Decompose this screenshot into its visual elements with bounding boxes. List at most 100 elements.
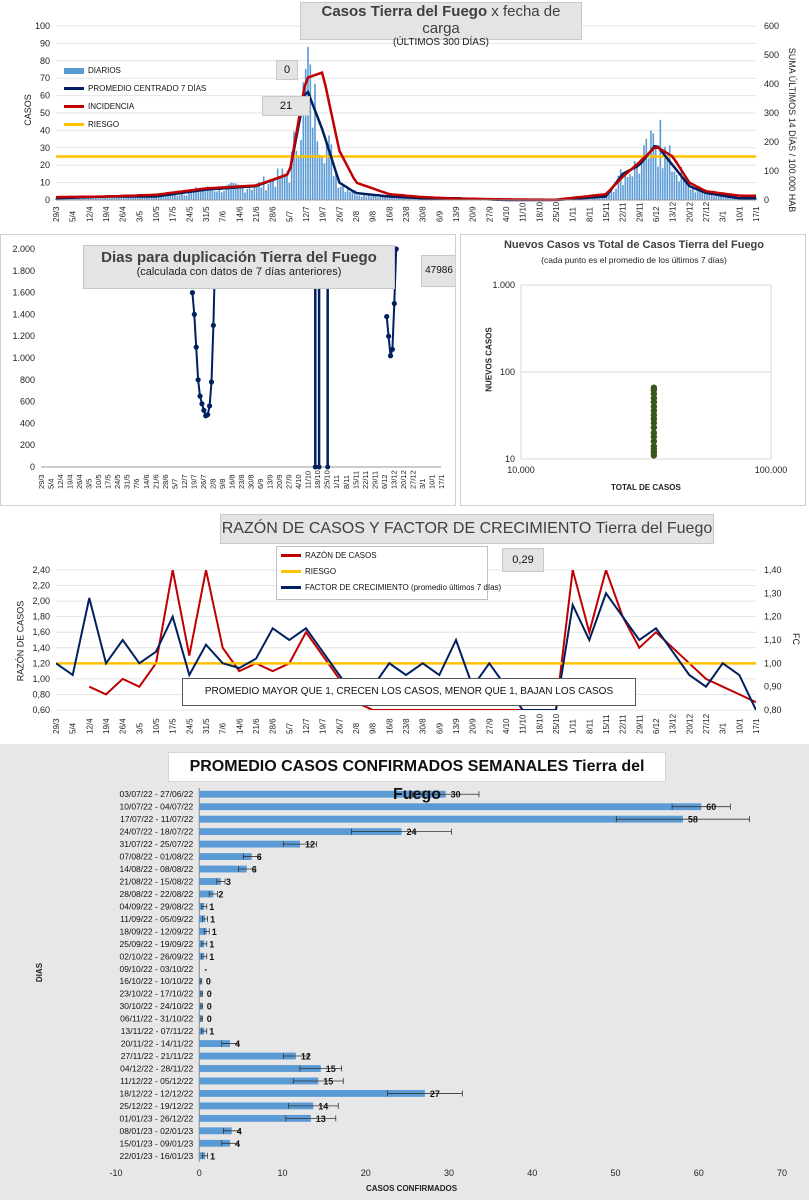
data-label: 0 [207,1002,212,1012]
y2-tick-label: 100 [764,166,779,176]
daily-bar [251,189,253,200]
daily-bar [360,196,363,200]
y-tick-label: 10 [505,454,515,464]
doubling-point [197,393,203,399]
category-label: 31/07/22 - 25/07/22 [120,839,194,849]
x-tick-label: 31/5 [202,718,211,734]
x-tick-label: 27/12 [408,470,417,489]
daily-bar [267,183,270,200]
daily-bar [689,189,692,200]
ratio-value-box: 0,29 [502,548,544,572]
daily-bar [647,158,650,200]
y-tick-label: 70 [40,73,50,83]
bar [199,803,702,811]
x-tick-label: 10/1 [735,206,744,222]
x-tick-label: 5/4 [69,210,78,222]
doubling-point [205,412,211,418]
daily-bar [316,141,319,200]
category-label: 04/12/22 - 28/11/22 [120,1064,193,1074]
weekly-y-label: DIAS [35,962,45,983]
y-tick-label: 400 [20,418,35,428]
doubling-point [189,290,196,296]
ratio-legend-risk: RIESGO [281,567,336,576]
x-tick-label: 30/8 [419,206,428,222]
daily-bar [659,119,662,200]
category-label: 21/08/22 - 15/08/22 [120,877,194,887]
ratio-legend-fc: FACTOR DE CRECIMIENTO (promedio últimos … [281,583,501,592]
x-tick-label: 6/9 [256,479,265,489]
category-label: 11/09/22 - 05/09/22 [120,914,193,924]
y-tick-label: 1.400 [12,309,35,319]
daily-bar [615,188,617,200]
x-tick-label: 22/11 [619,714,628,734]
x-tick-label: 18/10 [535,201,544,222]
daily-bar [337,187,340,200]
data-label: 15 [326,1064,336,1074]
category-label: 28/08/22 - 22/08/22 [120,889,194,899]
x-tick-label: 6/9 [435,210,444,222]
x-tick-label: 20 [361,1168,371,1178]
category-label: 13/11/22 - 07/11/22 [121,1026,194,1036]
category-label: 20/11/22 - 14/11/22 [121,1039,194,1049]
x-tick-label: 14/6 [235,718,244,734]
y-tick-label: 1,80 [32,612,50,622]
x-tick-label: 2/8 [352,210,361,222]
ratio-y2-label: FC [791,633,801,645]
daily-bar [265,190,267,200]
x-tick-label: 1/11 [332,475,341,489]
y-tick-label: 1,00 [32,674,50,684]
daily-bar [248,188,251,200]
x-tick-label: 28/6 [269,718,278,734]
daily-bar [349,191,351,200]
daily-bar [344,191,347,200]
x-tick-label: 16/8 [227,474,236,489]
x-tick-label: 16/8 [385,206,394,222]
y2-tick-label: 1,00 [764,658,782,668]
daily-bar [342,185,344,200]
x-tick-label: 30/8 [419,718,428,734]
data-label: 4 [235,1039,240,1049]
y2-tick-label: 200 [764,137,779,147]
cases-y2-label: SUMA ÚLTIMOS 14 DÍAS / 100.000 HAB [787,47,798,213]
daily-bar [703,193,706,200]
x-tick-label: 6/9 [435,722,444,734]
daily-bar [283,173,286,200]
x-tick-label: 5/4 [47,479,56,489]
x-tick-label: 26/4 [75,474,84,489]
ratio-legend-fc-label: FACTOR DE CRECIMIENTO (promedio últimos … [305,583,502,592]
category-label: 06/11/22 - 31/10/22 [120,1014,193,1024]
x-tick-label: 13/12 [389,470,398,489]
y-tick-label: 1.600 [12,288,35,298]
data-label: 1 [209,939,214,949]
daily-bar [657,166,659,200]
daily-bar [197,192,200,200]
category-label: 18/12/22 - 12/12/22 [120,1088,194,1098]
x-tick-label: 27/9 [485,206,494,222]
x-tick-label: 13/9 [266,474,275,489]
legend-incidence-label: INCIDENCIA [88,102,135,111]
doubling-point [195,377,201,383]
data-label: 24 [407,827,417,837]
y-tick-label: 2,00 [32,596,50,606]
y-tick-label: 10 [40,178,50,188]
daily-bar [183,195,186,200]
x-tick-label: 19/7 [319,718,328,734]
x-tick-label: 29/11 [635,714,644,734]
x-tick-label: 19/4 [102,206,111,222]
y-tick-label: 1,20 [32,658,50,668]
daily-bar [358,195,361,200]
x-tick-label: 12/7 [302,718,311,734]
y-tick-label: 600 [20,397,35,407]
daily-bar [631,176,634,200]
legend-avg-swatch [64,87,84,90]
doubling-subtitle: (calculada con datos de 7 días anteriore… [136,266,342,278]
x-tick-label: 2/8 [352,722,361,734]
y2-tick-label: 500 [764,50,779,60]
daily-bar [309,64,312,200]
x-tick-label: 27/9 [285,474,294,489]
legend-risk: RIESGO [64,120,119,129]
daily-bar [314,83,316,200]
x-tick-label: 6/12 [652,718,661,734]
y-tick-label: 80 [40,56,50,66]
doubling-point [325,464,331,470]
